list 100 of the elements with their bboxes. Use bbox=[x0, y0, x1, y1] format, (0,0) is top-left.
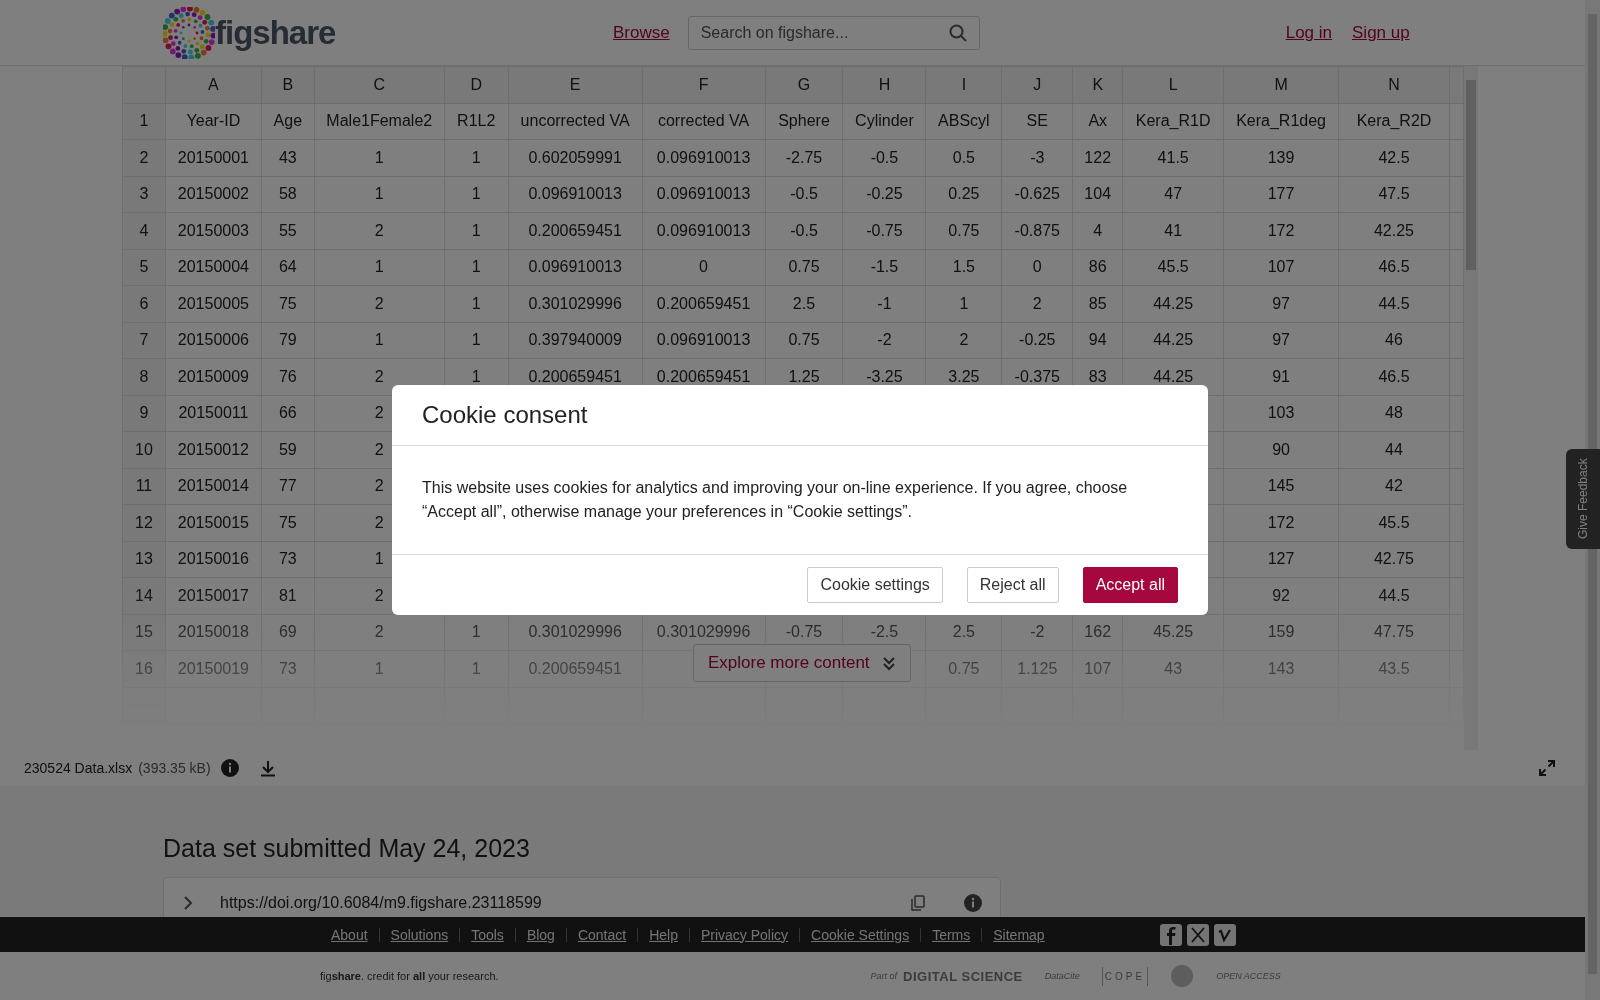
footer-link[interactable]: Help bbox=[637, 927, 689, 942]
table-cell: 20150004 bbox=[165, 249, 262, 286]
table-cell: 42 bbox=[1338, 468, 1450, 505]
table-cell: 1 bbox=[314, 322, 445, 359]
table-cell: 1 bbox=[444, 139, 509, 176]
footer-link[interactable]: Solutions bbox=[378, 927, 460, 942]
search-icon[interactable] bbox=[947, 22, 968, 43]
table-cell: 107 bbox=[1072, 650, 1123, 687]
file-size: (393.35 kB) bbox=[138, 760, 211, 776]
table-cell: 0.75 bbox=[925, 212, 1002, 249]
partner-logo[interactable]: OPEN ACCESS bbox=[1216, 971, 1281, 981]
table-cell: 73 bbox=[261, 541, 315, 578]
table-cell: 47.5 bbox=[1338, 176, 1450, 213]
table-cell: 172 bbox=[1223, 212, 1339, 249]
footer-link[interactable]: Contact bbox=[565, 927, 638, 942]
auth-link[interactable]: Sign up bbox=[1352, 22, 1410, 43]
table-cell: 2 bbox=[314, 212, 445, 249]
row-number: 11 bbox=[122, 468, 166, 505]
table-cell: Male1Female2 bbox=[314, 103, 445, 140]
table-cell: 107 bbox=[1223, 249, 1339, 286]
row-number: 15 bbox=[122, 614, 166, 651]
scrollbar[interactable] bbox=[1464, 66, 1478, 750]
table-cell: 73 bbox=[261, 650, 315, 687]
footer-link[interactable]: About bbox=[320, 927, 379, 942]
copy-icon[interactable] bbox=[910, 895, 926, 911]
column-header: C bbox=[314, 66, 445, 103]
footer-link[interactable]: Tools bbox=[459, 927, 515, 942]
table-cell: 0.75 bbox=[765, 322, 843, 359]
dialog-button[interactable]: Cookie settings bbox=[807, 567, 943, 603]
table-cell: 79 bbox=[261, 322, 315, 359]
table-cell: 20150012 bbox=[165, 431, 262, 468]
table-cell: 1 bbox=[314, 176, 445, 213]
table-cell: 20150011 bbox=[165, 395, 262, 432]
vimeo-icon[interactable] bbox=[1213, 923, 1236, 946]
table-cell: 0.096910013 bbox=[642, 212, 766, 249]
table-cell: 1 bbox=[444, 249, 509, 286]
table-cell: 0 bbox=[642, 249, 766, 286]
doi-link[interactable]: https://doi.org/10.6084/m9.figshare.23118599 bbox=[220, 894, 542, 912]
table-cell: -0.5 bbox=[765, 212, 843, 249]
info-icon[interactable] bbox=[220, 759, 239, 777]
table-cell: 1 bbox=[314, 249, 445, 286]
table-cell: 20150009 bbox=[165, 358, 262, 395]
table-cell: -2.75 bbox=[765, 139, 843, 176]
feedback-tab[interactable]: Give Feedback bbox=[1566, 449, 1600, 549]
footer-link[interactable]: Blog bbox=[514, 927, 566, 942]
footer-link[interactable]: Sitemap bbox=[981, 927, 1056, 942]
table-cell: 94 bbox=[1072, 322, 1123, 359]
auth-link[interactable]: Log in bbox=[1285, 22, 1332, 43]
table-cell: 0.200659451 bbox=[508, 212, 643, 249]
expand-icon[interactable] bbox=[1539, 760, 1555, 776]
table-cell: 122 bbox=[1072, 139, 1123, 176]
row-number: 4 bbox=[122, 212, 166, 249]
table-cell: 44.5 bbox=[1338, 577, 1450, 614]
table-cell: SE bbox=[1001, 103, 1073, 140]
table-cell: 0.75 bbox=[765, 249, 843, 286]
partner-logo[interactable]: DIGITAL SCIENCE bbox=[903, 968, 1023, 984]
table-cell: 1.5 bbox=[925, 249, 1002, 286]
info-icon[interactable] bbox=[964, 894, 982, 912]
table-cell: Ax bbox=[1072, 103, 1123, 140]
partner-logo[interactable]: COPE bbox=[1101, 966, 1149, 986]
partner-logo[interactable]: DataCite bbox=[1044, 971, 1080, 981]
footer-tagline: figshare. credit for all your research. bbox=[320, 970, 499, 982]
browse-link[interactable]: Browse bbox=[613, 22, 670, 43]
x-icon[interactable] bbox=[1186, 923, 1209, 946]
column-header: B bbox=[261, 66, 315, 103]
dialog-button[interactable]: Accept all bbox=[1082, 567, 1178, 603]
table-cell: 20150001 bbox=[165, 139, 262, 176]
table-cell: 1 bbox=[444, 322, 509, 359]
row-number: 9 bbox=[122, 395, 166, 432]
column-header: J bbox=[1001, 66, 1073, 103]
footer-link[interactable]: Privacy Policy bbox=[688, 927, 800, 942]
table-cell: 0.200659451 bbox=[642, 285, 766, 322]
table-cell: 77 bbox=[261, 468, 315, 505]
table-cell: 20150003 bbox=[165, 212, 262, 249]
row-number: 7 bbox=[122, 322, 166, 359]
facebook-icon[interactable] bbox=[1159, 923, 1182, 946]
table-cell: 1 bbox=[444, 650, 509, 687]
footer-link[interactable]: Cookie Settings bbox=[799, 927, 921, 942]
chevron-icon[interactable] bbox=[182, 895, 194, 911]
table-cell: Cylinder bbox=[842, 103, 926, 140]
logo-text[interactable]: figshare bbox=[215, 13, 336, 52]
table-cell: -2 bbox=[842, 322, 926, 359]
footer-link[interactable]: Terms bbox=[920, 927, 982, 942]
row-number: 3 bbox=[122, 176, 166, 213]
table-cell: 47 bbox=[1122, 176, 1224, 213]
table-cell: Age bbox=[261, 103, 315, 140]
row-number: 13 bbox=[122, 541, 166, 578]
table-cell: 69 bbox=[261, 614, 315, 651]
table-cell: -0.25 bbox=[1001, 322, 1073, 359]
scrollbar[interactable] bbox=[1585, 0, 1600, 1000]
search-field[interactable]: Search on figshare... bbox=[687, 15, 980, 50]
column-header: F bbox=[642, 66, 766, 103]
dialog-button[interactable]: Reject all bbox=[966, 567, 1059, 603]
explore-button[interactable]: Explore more content bbox=[693, 644, 911, 682]
table-cell: ABScyl bbox=[925, 103, 1002, 140]
table-cell: 145 bbox=[1223, 468, 1339, 505]
table-cell: 97 bbox=[1223, 322, 1339, 359]
table-cell: 0.096910013 bbox=[642, 322, 766, 359]
row-number: 5 bbox=[122, 249, 166, 286]
download-icon[interactable] bbox=[258, 759, 277, 777]
